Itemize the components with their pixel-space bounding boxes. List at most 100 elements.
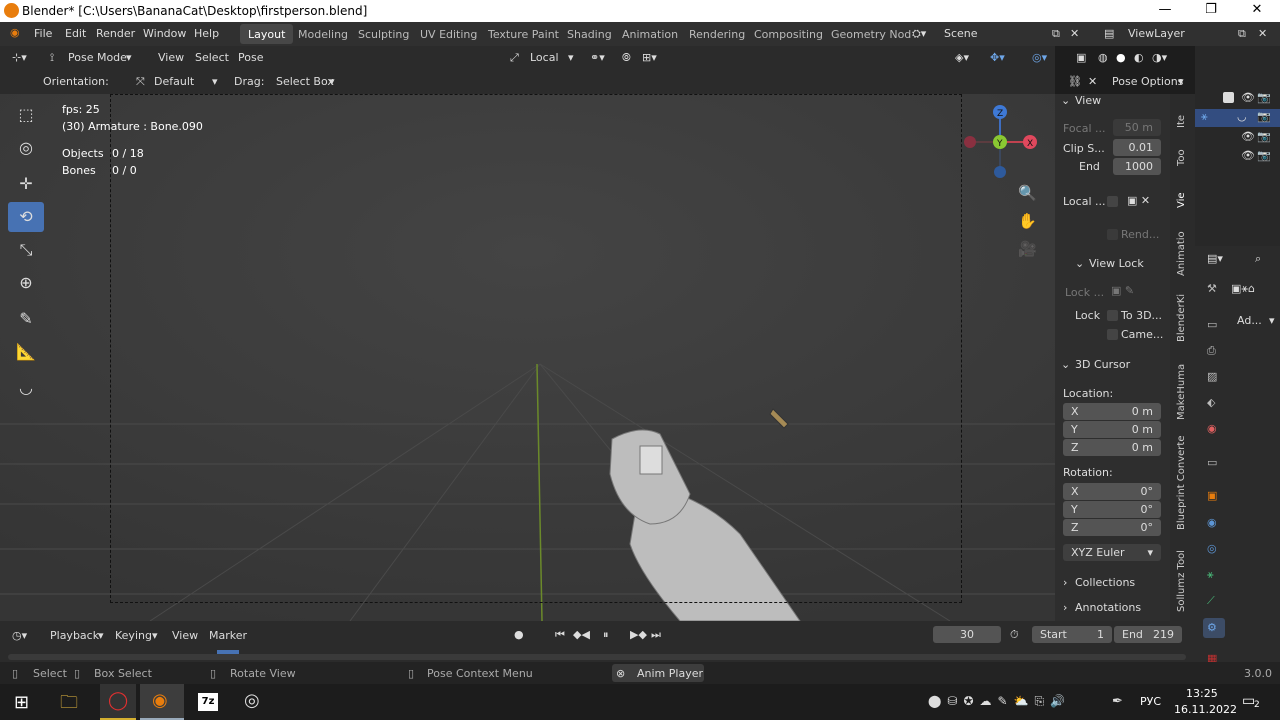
search-icon[interactable]: ⌕ <box>1255 252 1261 266</box>
tray-icons[interactable]: ⬤⛁✪☁✎⛅⎘🔊 <box>928 694 1071 709</box>
camera-icon[interactable]: 📷 <box>1257 91 1271 104</box>
minimize-button[interactable]: — <box>1142 0 1188 22</box>
tab-view[interactable]: Vie <box>1176 192 1187 208</box>
snap-target-icon[interactable]: ⊞▾ <box>642 51 657 64</box>
next-keyframe-icon[interactable]: ▶◆ <box>630 628 647 641</box>
lock-to-3d-cursor-checkbox[interactable] <box>1107 310 1118 321</box>
menu-render[interactable]: Render <box>96 27 135 40</box>
obs-icon[interactable]: ◎ <box>244 690 260 711</box>
cursor-tool-icon[interactable]: ◎ <box>8 133 44 163</box>
3d-cursor-chevron-icon[interactable]: ⌄ <box>1061 358 1070 371</box>
end-frame-field[interactable]: End 219 <box>1114 626 1182 643</box>
cursor-rotation-z-field[interactable]: Z 0° <box>1063 519 1161 536</box>
rotate-tool-icon[interactable]: ⟲ <box>8 202 44 232</box>
rotation-mode-select[interactable]: XYZ Euler ▾ <box>1063 544 1161 561</box>
modifier-icon[interactable]: ◉ <box>1207 516 1217 529</box>
view-panel-chevron-icon[interactable]: ⌄ <box>1061 94 1070 107</box>
camera-icon[interactable]: 📷 <box>1257 149 1271 162</box>
menu-window[interactable]: Window <box>143 27 186 40</box>
menu-edit[interactable]: Edit <box>65 27 86 40</box>
editor-type-icon[interactable]: ⊹▾ <box>12 51 27 64</box>
tab-blenderkit[interactable]: BlenderKi <box>1176 294 1187 342</box>
collection-checkbox[interactable] <box>1223 92 1234 103</box>
blender-menu-icon[interactable]: ◉ <box>10 26 20 39</box>
menu-select[interactable]: Select <box>195 51 229 64</box>
view-lock-header[interactable]: View Lock <box>1089 257 1144 270</box>
zoom-icon[interactable]: 🔍 <box>1018 184 1037 202</box>
timeline-view-menu[interactable]: View <box>172 629 198 642</box>
tab-compositing[interactable]: Compositing <box>746 24 831 44</box>
hidden-icon[interactable]: ◡ <box>1237 110 1247 123</box>
tab-geometry-nodes[interactable]: Geometry Nod <box>823 24 919 44</box>
timeline-scrollbar[interactable] <box>8 654 1186 660</box>
eye-icon[interactable]: 👁 <box>1241 91 1255 104</box>
tab-animation[interactable]: Animatio <box>1176 231 1187 276</box>
menu-help[interactable]: Help <box>194 27 219 40</box>
lock-object-picker-icon[interactable]: ▣ ✎ <box>1111 284 1134 297</box>
cancel-job-icon[interactable]: ⊗ <box>616 667 625 680</box>
annotate-tool-icon[interactable]: ✎ <box>8 304 44 334</box>
snap-icon[interactable]: ⦾ <box>622 51 631 65</box>
local-camera-picker-icon[interactable]: ▣ ✕ <box>1127 194 1150 207</box>
camera-icon[interactable]: 📷 <box>1257 130 1271 143</box>
tab-texture-paint[interactable]: Texture Paint <box>480 24 567 44</box>
move-tool-icon[interactable]: ✛ <box>8 169 44 199</box>
new-scene-icon[interactable]: ⧉ <box>1052 27 1060 41</box>
drag-select[interactable]: Select Box <box>276 75 334 88</box>
object-props-icon[interactable]: ▣ <box>1207 489 1217 502</box>
orientation-select[interactable]: Default <box>154 75 194 88</box>
timeline-editor-type-icon[interactable]: ◷▾ <box>12 629 27 642</box>
eye-icon[interactable]: 👁 <box>1241 130 1255 143</box>
tab-uv-editing[interactable]: UV Editing <box>412 24 485 44</box>
solid-shading-icon[interactable]: ● <box>1116 51 1126 64</box>
navigation-gizmo[interactable]: Z X Y <box>960 100 1040 185</box>
pause-icon[interactable]: ⏸ <box>603 628 609 642</box>
remove-view-layer-icon[interactable]: ✕ <box>1258 27 1267 40</box>
scale-tool-icon[interactable]: ⤡ <box>8 235 44 265</box>
render-icon[interactable]: ▭ <box>1207 318 1217 331</box>
overlay-toggle-icon[interactable]: ◎▾ <box>1032 51 1047 64</box>
windows-start-icon[interactable]: ⊞ <box>14 692 29 713</box>
tab-layout[interactable]: Layout <box>240 24 294 44</box>
pan-hand-icon[interactable]: ✋ <box>1018 212 1037 230</box>
3d-cursor-header[interactable]: 3D Cursor <box>1075 358 1130 371</box>
maximize-button[interactable]: ❐ <box>1188 0 1234 22</box>
keying-menu[interactable]: Keying <box>115 629 152 642</box>
jump-start-icon[interactable]: ⏮ <box>555 628 565 642</box>
annotations-chevron-icon[interactable]: › <box>1063 601 1067 614</box>
tab-tool[interactable]: Too <box>1176 149 1187 166</box>
material-shading-icon[interactable]: ◐ <box>1134 51 1144 64</box>
tab-shading[interactable]: Shading <box>559 24 620 44</box>
lock-camera-checkbox[interactable] <box>1107 329 1118 340</box>
object-data-icon[interactable]: ⚹ <box>1207 568 1214 582</box>
prev-keyframe-icon[interactable]: ◆◀ <box>573 628 590 641</box>
pose-options-toggle-icon[interactable]: ▣⚹⌂ <box>1231 282 1255 296</box>
annotations-header[interactable]: Annotations <box>1075 601 1141 614</box>
clip-end-field[interactable]: 1000 <box>1113 158 1161 175</box>
visibility-icon[interactable]: ◈▾ <box>955 51 969 64</box>
start-frame-field[interactable]: Start 1 <box>1032 626 1112 643</box>
cursor-location-z-field[interactable]: Z 0 m <box>1063 439 1161 456</box>
view-panel-header[interactable]: View <box>1075 94 1101 107</box>
menu-view[interactable]: View <box>158 51 184 64</box>
tab-modeling[interactable]: Modeling <box>290 24 356 44</box>
record-icon[interactable]: ● <box>514 628 524 641</box>
clip-start-field[interactable]: 0.01 <box>1113 139 1161 156</box>
local-camera-checkbox[interactable] <box>1107 196 1118 207</box>
cursor-location-y-field[interactable]: Y 0 m <box>1063 421 1161 438</box>
measure-tool-icon[interactable]: 📐 <box>8 337 44 367</box>
camera-icon[interactable]: 📷 <box>1257 110 1271 123</box>
new-view-layer-icon[interactable]: ⧉ <box>1238 27 1246 41</box>
playback-menu[interactable]: Playback <box>50 629 99 642</box>
transform-tool-icon[interactable]: ⊕ <box>8 268 44 298</box>
view-layer-icon[interactable]: ▤ <box>1104 27 1114 40</box>
3d-viewport[interactable]: fps: 25 (30) Armature : Bone.090 Objects… <box>0 94 1055 621</box>
tool-icon[interactable]: ⚒ <box>1207 282 1217 295</box>
jump-end-icon[interactable]: ⏭ <box>651 628 661 642</box>
tab-item[interactable]: Ite <box>1176 115 1187 128</box>
preview-range-icon[interactable]: ⏱ <box>1010 628 1019 642</box>
pose-options-close-icon[interactable]: ✕ <box>1088 75 1097 88</box>
collections-chevron-icon[interactable]: › <box>1063 576 1067 589</box>
eye-icon[interactable]: 👁 <box>1241 149 1255 162</box>
wireframe-shading-icon[interactable]: ◍ <box>1098 51 1108 64</box>
